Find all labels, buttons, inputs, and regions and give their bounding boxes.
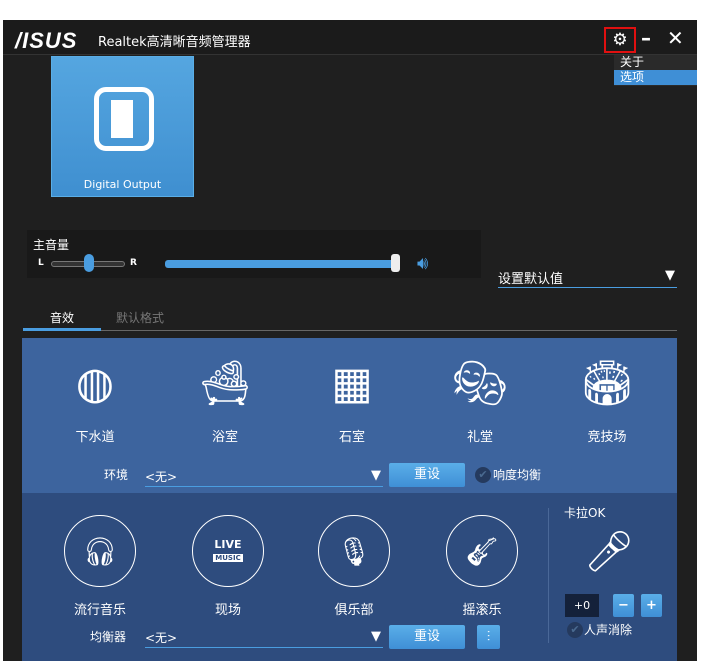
default-device-select[interactable]: 设置默认值 ▼ [498, 268, 677, 288]
loudness-label: 响度均衡 [493, 468, 542, 482]
environment-1[interactable]: 🛁︎ 浴室 [175, 352, 275, 445]
equalizer-preset-label: 俱乐部 [334, 603, 374, 618]
environment-label: 竞技场 [587, 430, 627, 445]
music-text: MUSIC [213, 553, 243, 562]
equalizer-preset-label: 现场 [214, 603, 241, 618]
key-minus-button[interactable]: − [613, 594, 634, 617]
environment-select[interactable]: <无> ▼ [145, 468, 383, 487]
equalizer-preset-2[interactable]: 🎙︎ 俱乐部 [304, 515, 404, 618]
chevron-down-icon: ▼ [665, 268, 675, 283]
sewer-icon: ◍ [75, 357, 115, 409]
minimize-button[interactable]: – [641, 26, 651, 50]
equalizer-settings-button[interactable]: ⫶ [477, 625, 500, 649]
environment-2[interactable]: ▦ 石室 [302, 352, 402, 446]
stone-room-icon: ▦ [331, 357, 373, 409]
environment-label: 礼堂 [466, 430, 493, 445]
key-plus-button[interactable]: + [641, 594, 662, 617]
environment-label: 石室 [338, 430, 365, 445]
karaoke-key-value: +0 [565, 594, 599, 617]
equalizer-reset-button[interactable]: 重设 [389, 625, 465, 649]
bathtub-icon: 🛁︎ [197, 358, 253, 409]
tab-divider [23, 330, 677, 331]
equalizer-preset-0[interactable]: 🎧︎ 流行音乐 [50, 515, 150, 618]
equalizer-label: 均衡器 [90, 630, 127, 644]
sliders-icon: ⫶ [486, 629, 491, 645]
equalizer-preset-3[interactable]: 🎸︎ 摇滚乐 [432, 515, 532, 618]
digital-output-device-tile[interactable]: Digital Output [51, 56, 194, 197]
settings-menu: 关于 选项 [614, 55, 697, 86]
balance-slider-thumb[interactable] [84, 254, 94, 272]
menu-item-about[interactable]: 关于 [614, 55, 697, 70]
auditorium-icon: 🎭︎ [452, 358, 508, 409]
arena-icon: 🏟︎ [579, 358, 635, 409]
karaoke-divider [548, 508, 549, 643]
equalizer-panel: 🎧︎ 流行音乐 LIVE MUSIC 现场 🎙︎ 俱乐部 🎸︎ 摇滚乐 均衡器 <… [22, 493, 677, 661]
microphone-icon: 🎙︎ [318, 515, 390, 587]
tab-default-format[interactable]: 默认格式 [116, 309, 164, 326]
environment-0[interactable]: ◍ 下水道 [45, 352, 145, 446]
settings-gear-button[interactable]: ⚙ [604, 27, 636, 53]
live-text: LIVE [214, 537, 242, 551]
environment-4[interactable]: 🏟︎ 竞技场 [557, 352, 657, 445]
equalizer-preset-1[interactable]: LIVE MUSIC 现场 [178, 515, 278, 618]
device-label: Digital Output [83, 178, 162, 191]
karaoke-label: 卡拉OK [564, 506, 606, 520]
title-bar: /ISUS Realtek高清晰音频管理器 ⚙ – ✕ [3, 20, 697, 55]
environment-value: <无> [145, 470, 178, 484]
environment-3[interactable]: 🎭︎ 礼堂 [430, 352, 530, 445]
loudness-checkbox[interactable]: ✔ [475, 467, 491, 483]
balance-right-label: R [130, 258, 137, 268]
gear-icon: ⚙ [612, 30, 628, 50]
asus-logo: /ISUS [15, 28, 78, 53]
vocal-cancel-label: 人声消除 [584, 623, 633, 637]
master-volume-slider[interactable] [165, 260, 397, 268]
close-button[interactable]: ✕ [667, 26, 684, 50]
live-music-icon: LIVE MUSIC [192, 515, 264, 587]
equalizer-value: <无> [145, 631, 178, 645]
tab-underline [23, 328, 101, 331]
digital-output-icon [94, 87, 154, 151]
master-volume-thumb[interactable] [391, 254, 400, 272]
balance-left-label: L [38, 258, 44, 268]
vocal-cancel-checkbox[interactable]: ✔ [567, 622, 583, 638]
environment-label: 浴室 [211, 430, 238, 445]
chevron-down-icon: ▼ [371, 629, 381, 644]
equalizer-preset-label: 流行音乐 [73, 603, 126, 618]
equalizer-select[interactable]: <无> ▼ [145, 629, 383, 648]
menu-item-options[interactable]: 选项 [614, 70, 697, 85]
headphones-icon: 🎧︎ [64, 515, 136, 587]
speaker-icon[interactable]: 🔊︎ [417, 253, 428, 274]
default-select-value: 设置默认值 [498, 272, 564, 287]
environment-panel: ◍ 下水道 🛁︎ 浴室 ▦ 石室 🎭︎ 礼堂 🏟︎ 竞技场 环境 <无> ▼ 重设… [22, 338, 677, 493]
master-volume-panel: 主音量 L R 🔊︎ [27, 230, 481, 278]
environment-label: 环境 [104, 468, 129, 482]
audio-manager-window: /ISUS Realtek高清晰音频管理器 ⚙ – ✕ 关于 选项 Digita… [3, 20, 697, 661]
environment-reset-button[interactable]: 重设 [389, 463, 465, 487]
environment-label: 下水道 [75, 430, 115, 445]
master-volume-label: 主音量 [33, 238, 70, 252]
chevron-down-icon: ▼ [371, 468, 381, 483]
equalizer-preset-label: 摇滚乐 [462, 603, 502, 618]
tab-sound-effects[interactable]: 音效 [50, 309, 74, 326]
window-title: Realtek高清晰音频管理器 [98, 35, 251, 50]
guitar-icon: 🎸︎ [446, 515, 518, 587]
karaoke-microphone-icon: 🎤︎ [584, 529, 635, 575]
